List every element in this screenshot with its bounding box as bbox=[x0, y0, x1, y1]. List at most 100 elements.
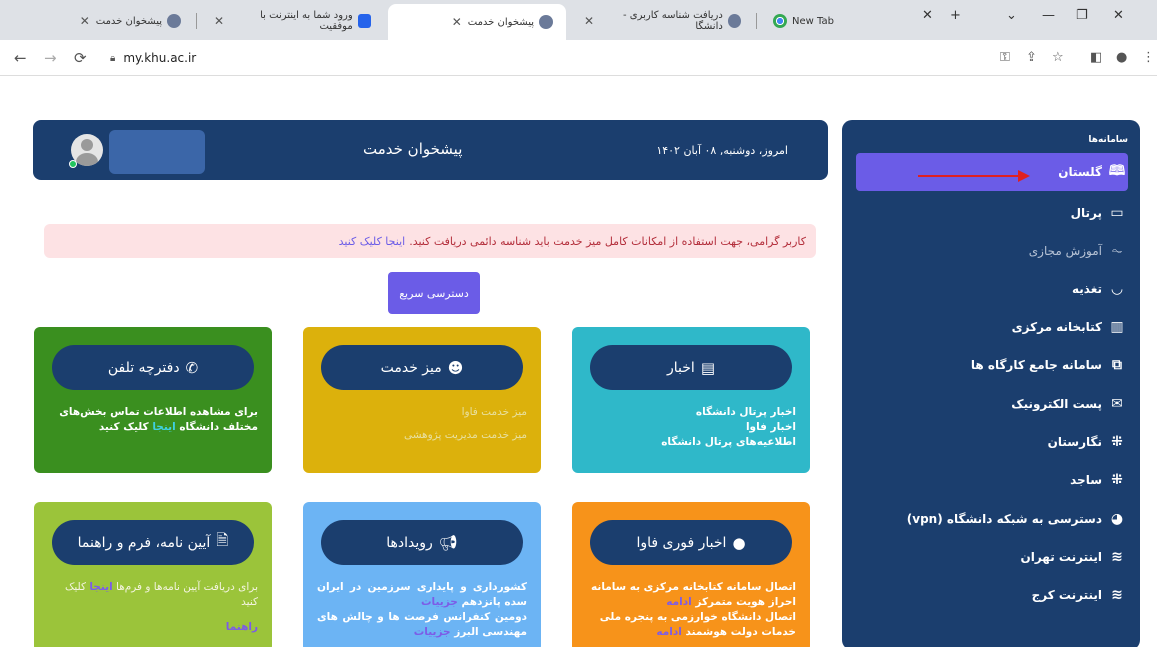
news-link-fava[interactable]: اخبار فاوا bbox=[586, 420, 796, 435]
slack-icon: ⁜ bbox=[1111, 434, 1123, 450]
sidebar-item-internet-karaj[interactable]: ≋ اینترنت کرج bbox=[1032, 581, 1126, 609]
window-icon: ▭ bbox=[1110, 205, 1124, 221]
events-pill[interactable]: 📢︎ رویدادها bbox=[321, 520, 523, 565]
sidebar-item-email[interactable]: ✉ پست الکترونیک bbox=[1011, 390, 1126, 418]
minimize-window-icon[interactable]: — bbox=[1042, 8, 1055, 23]
urgent-news-more-link[interactable]: ادامه bbox=[666, 596, 691, 608]
phone-icon: ✆ bbox=[185, 358, 199, 377]
close-tab-icon[interactable]: ✕ bbox=[584, 14, 594, 28]
chrome-icon bbox=[773, 14, 787, 28]
urgent-news-pill[interactable]: ● اخبار فوری فاوا bbox=[590, 520, 792, 565]
profile-icon[interactable]: ● bbox=[1116, 50, 1127, 65]
new-tab-icon[interactable]: + bbox=[950, 8, 961, 23]
news-link-portal[interactable]: اخبار پرتال دانشگاه bbox=[586, 405, 796, 420]
document-icon: 🗎︎ bbox=[216, 531, 229, 549]
close-tab-icon[interactable]: ✕ bbox=[214, 14, 224, 28]
regulations-card: 🗎︎ آیین نامه، فرم و راهنما برای دریافت آ… bbox=[34, 502, 272, 647]
wifi-icon: ≋ bbox=[1111, 587, 1123, 603]
page-header: پیشخوان خدمت امروز، دوشنبه, ۰۸ آبان ۱۴۰۲ bbox=[33, 120, 828, 180]
annotation-arrow bbox=[918, 175, 1018, 177]
today-date: امروز، دوشنبه, ۰۸ آبان ۱۴۰۲ bbox=[656, 144, 788, 157]
globe-icon: ◕ bbox=[1110, 511, 1124, 527]
news-card: ▤ اخبار اخبار پرتال دانشگاه اخبار فاوا ا… bbox=[572, 327, 810, 473]
sidebar-item-portal[interactable]: ▭ پرتال bbox=[1071, 199, 1126, 227]
sidebar-item-internet-tehran[interactable]: ≋ اینترنت تهران bbox=[1020, 543, 1126, 571]
events-card: 📢︎ رویدادها کشورداری و پایداری سرزمین در… bbox=[303, 502, 541, 647]
guide-link[interactable]: راهنما bbox=[48, 620, 258, 635]
s-logo-icon bbox=[357, 14, 371, 28]
tab-search-icon[interactable]: ⌄ bbox=[1006, 8, 1017, 23]
back-icon[interactable]: ← bbox=[14, 49, 27, 67]
service-desk-pill[interactable]: ☻ میز خدمت bbox=[321, 345, 523, 390]
annotation-arrow-head bbox=[1018, 170, 1030, 182]
permanent-id-alert: کاربر گرامی، جهت استفاده از امکانات کامل… bbox=[44, 224, 816, 258]
phonebook-pill[interactable]: ✆ دفترچه تلفن bbox=[52, 345, 254, 390]
book-icon: 🕮︎ bbox=[1108, 163, 1126, 179]
sidebar-item-food[interactable]: ◡ تغذیه bbox=[1072, 275, 1126, 303]
wifi-icon: ≋ bbox=[1111, 549, 1123, 565]
sidebar-header: سامانه‌ها bbox=[1088, 135, 1128, 145]
urgent-news-more-link[interactable]: ادامه bbox=[656, 626, 681, 638]
sidebar-item-vpn[interactable]: ◕ دسترسی به شبکه دانشگاه (vpn) bbox=[907, 505, 1126, 533]
service-desk-fava-link[interactable]: میز خدمت فاوا bbox=[317, 405, 527, 420]
close-tab-icon[interactable]: ✕ bbox=[922, 8, 933, 23]
workshop-icon: ⧉ bbox=[1112, 357, 1122, 373]
quick-access-button[interactable]: دسترسی سریع bbox=[388, 272, 480, 314]
phonebook-here-link[interactable]: اینجا bbox=[152, 421, 175, 433]
regulations-here-link[interactable]: اینجا bbox=[89, 581, 112, 593]
tab-internet-login[interactable]: ورود شما به اینترنت با موفقیت ✕ bbox=[200, 6, 384, 36]
click-here-link[interactable]: اینجا کلیک کنید bbox=[339, 235, 406, 248]
pulse-icon: ⏦ bbox=[1111, 243, 1123, 259]
sidebar-item-elearning[interactable]: ⏦ آموزش مجازی bbox=[1029, 237, 1126, 265]
restore-window-icon[interactable]: ❐ bbox=[1076, 8, 1088, 23]
tab-service-desk[interactable]: پیشخوان خدمت ✕ bbox=[10, 6, 194, 36]
events-details-link[interactable]: جزییات bbox=[421, 596, 458, 608]
address-bar: ← → ⟳ 🔒︎ my.khu.ac.ir ⚿ ⇪ ☆ ◧ ● ⋮ bbox=[0, 40, 1157, 76]
sidebar-item-library[interactable]: ▥ کتابخانه مرکزی bbox=[1012, 313, 1126, 341]
support-agent-icon: ☻ bbox=[447, 358, 464, 377]
regulations-pill[interactable]: 🗎︎ آیین نامه، فرم و راهنما bbox=[52, 520, 254, 565]
phonebook-card: ✆ دفترچه تلفن برای مشاهده اطلاعات تماس ب… bbox=[34, 327, 272, 473]
reload-icon[interactable]: ⟳ bbox=[74, 49, 87, 67]
news-pill[interactable]: ▤ اخبار bbox=[590, 345, 792, 390]
page-content: سامانه‌ها 🕮︎ گلستان ▭ پرتال ⏦ آموزش مجاز… bbox=[0, 77, 1157, 647]
browser-tab-bar: ✕ ❐ — ⌄ + ✕ New Tab دریافت شناسه کاربری … bbox=[0, 0, 1157, 40]
sidebar-toggle-icon[interactable]: ◧ bbox=[1090, 50, 1102, 65]
university-icon bbox=[167, 14, 181, 28]
food-icon: ◡ bbox=[1111, 281, 1123, 297]
tab-get-username[interactable]: دریافت شناسه کاربری - دانشگا ✕ bbox=[570, 6, 754, 36]
service-desk-card: ☻ میز خدمت میز خدمت فاوا میز خدمت مدیریت… bbox=[303, 327, 541, 473]
sidebar-item-negarestan[interactable]: ⁜ نگارستان bbox=[1048, 428, 1126, 456]
url-field[interactable]: 🔒︎ my.khu.ac.ir bbox=[106, 47, 986, 69]
forward-icon[interactable]: → bbox=[44, 49, 57, 67]
tab-new-tab[interactable]: New Tab bbox=[760, 6, 910, 36]
megaphone-icon: 📢︎ bbox=[438, 533, 458, 552]
lock-icon: 🔒︎ bbox=[110, 52, 116, 64]
alert-circle-icon: ● bbox=[732, 533, 746, 552]
mail-icon: ✉ bbox=[1111, 396, 1123, 412]
systems-sidebar: سامانه‌ها 🕮︎ گلستان ▭ پرتال ⏦ آموزش مجاز… bbox=[842, 120, 1140, 647]
news-link-announcements[interactable]: اطلاعیه‌های پرتال دانشگاه bbox=[586, 435, 796, 450]
urgent-news-card: ● اخبار فوری فاوا اتصال سامانه کتابخانه … bbox=[572, 502, 810, 647]
university-icon bbox=[539, 15, 553, 29]
service-desk-research-link[interactable]: میز خدمت مدیریت پژوهشی bbox=[317, 428, 527, 443]
menu-icon[interactable]: ⋮ bbox=[1142, 50, 1155, 65]
bookmark-star-icon[interactable]: ☆ bbox=[1052, 50, 1064, 65]
library-icon: ▥ bbox=[1110, 319, 1124, 335]
tab-service-desk-active[interactable]: پیشخوان خدمت ✕ bbox=[388, 4, 566, 40]
sidebar-item-workshops[interactable]: ⧉ سامانه جامع کارگاه ها bbox=[971, 351, 1126, 379]
close-tab-icon[interactable]: ✕ bbox=[80, 14, 90, 28]
page-title: پیشخوان خدمت bbox=[363, 140, 463, 158]
online-status-dot bbox=[69, 160, 77, 168]
events-details-link[interactable]: جزییات bbox=[414, 626, 451, 638]
sidebar-item-sajed[interactable]: ⁜ ساجد bbox=[1070, 466, 1126, 494]
slack-icon: ⁜ bbox=[1111, 472, 1123, 488]
university-icon bbox=[727, 14, 741, 28]
sidebar-item-golestan[interactable]: 🕮︎ گلستان bbox=[1058, 158, 1126, 186]
newspaper-icon: ▤ bbox=[700, 358, 715, 377]
close-window-icon[interactable]: ✕ bbox=[1113, 8, 1124, 23]
key-icon[interactable]: ⚿ bbox=[1000, 50, 1010, 65]
close-tab-icon[interactable]: ✕ bbox=[452, 15, 462, 29]
user-name-box[interactable] bbox=[109, 130, 205, 174]
share-icon[interactable]: ⇪ bbox=[1026, 50, 1037, 65]
